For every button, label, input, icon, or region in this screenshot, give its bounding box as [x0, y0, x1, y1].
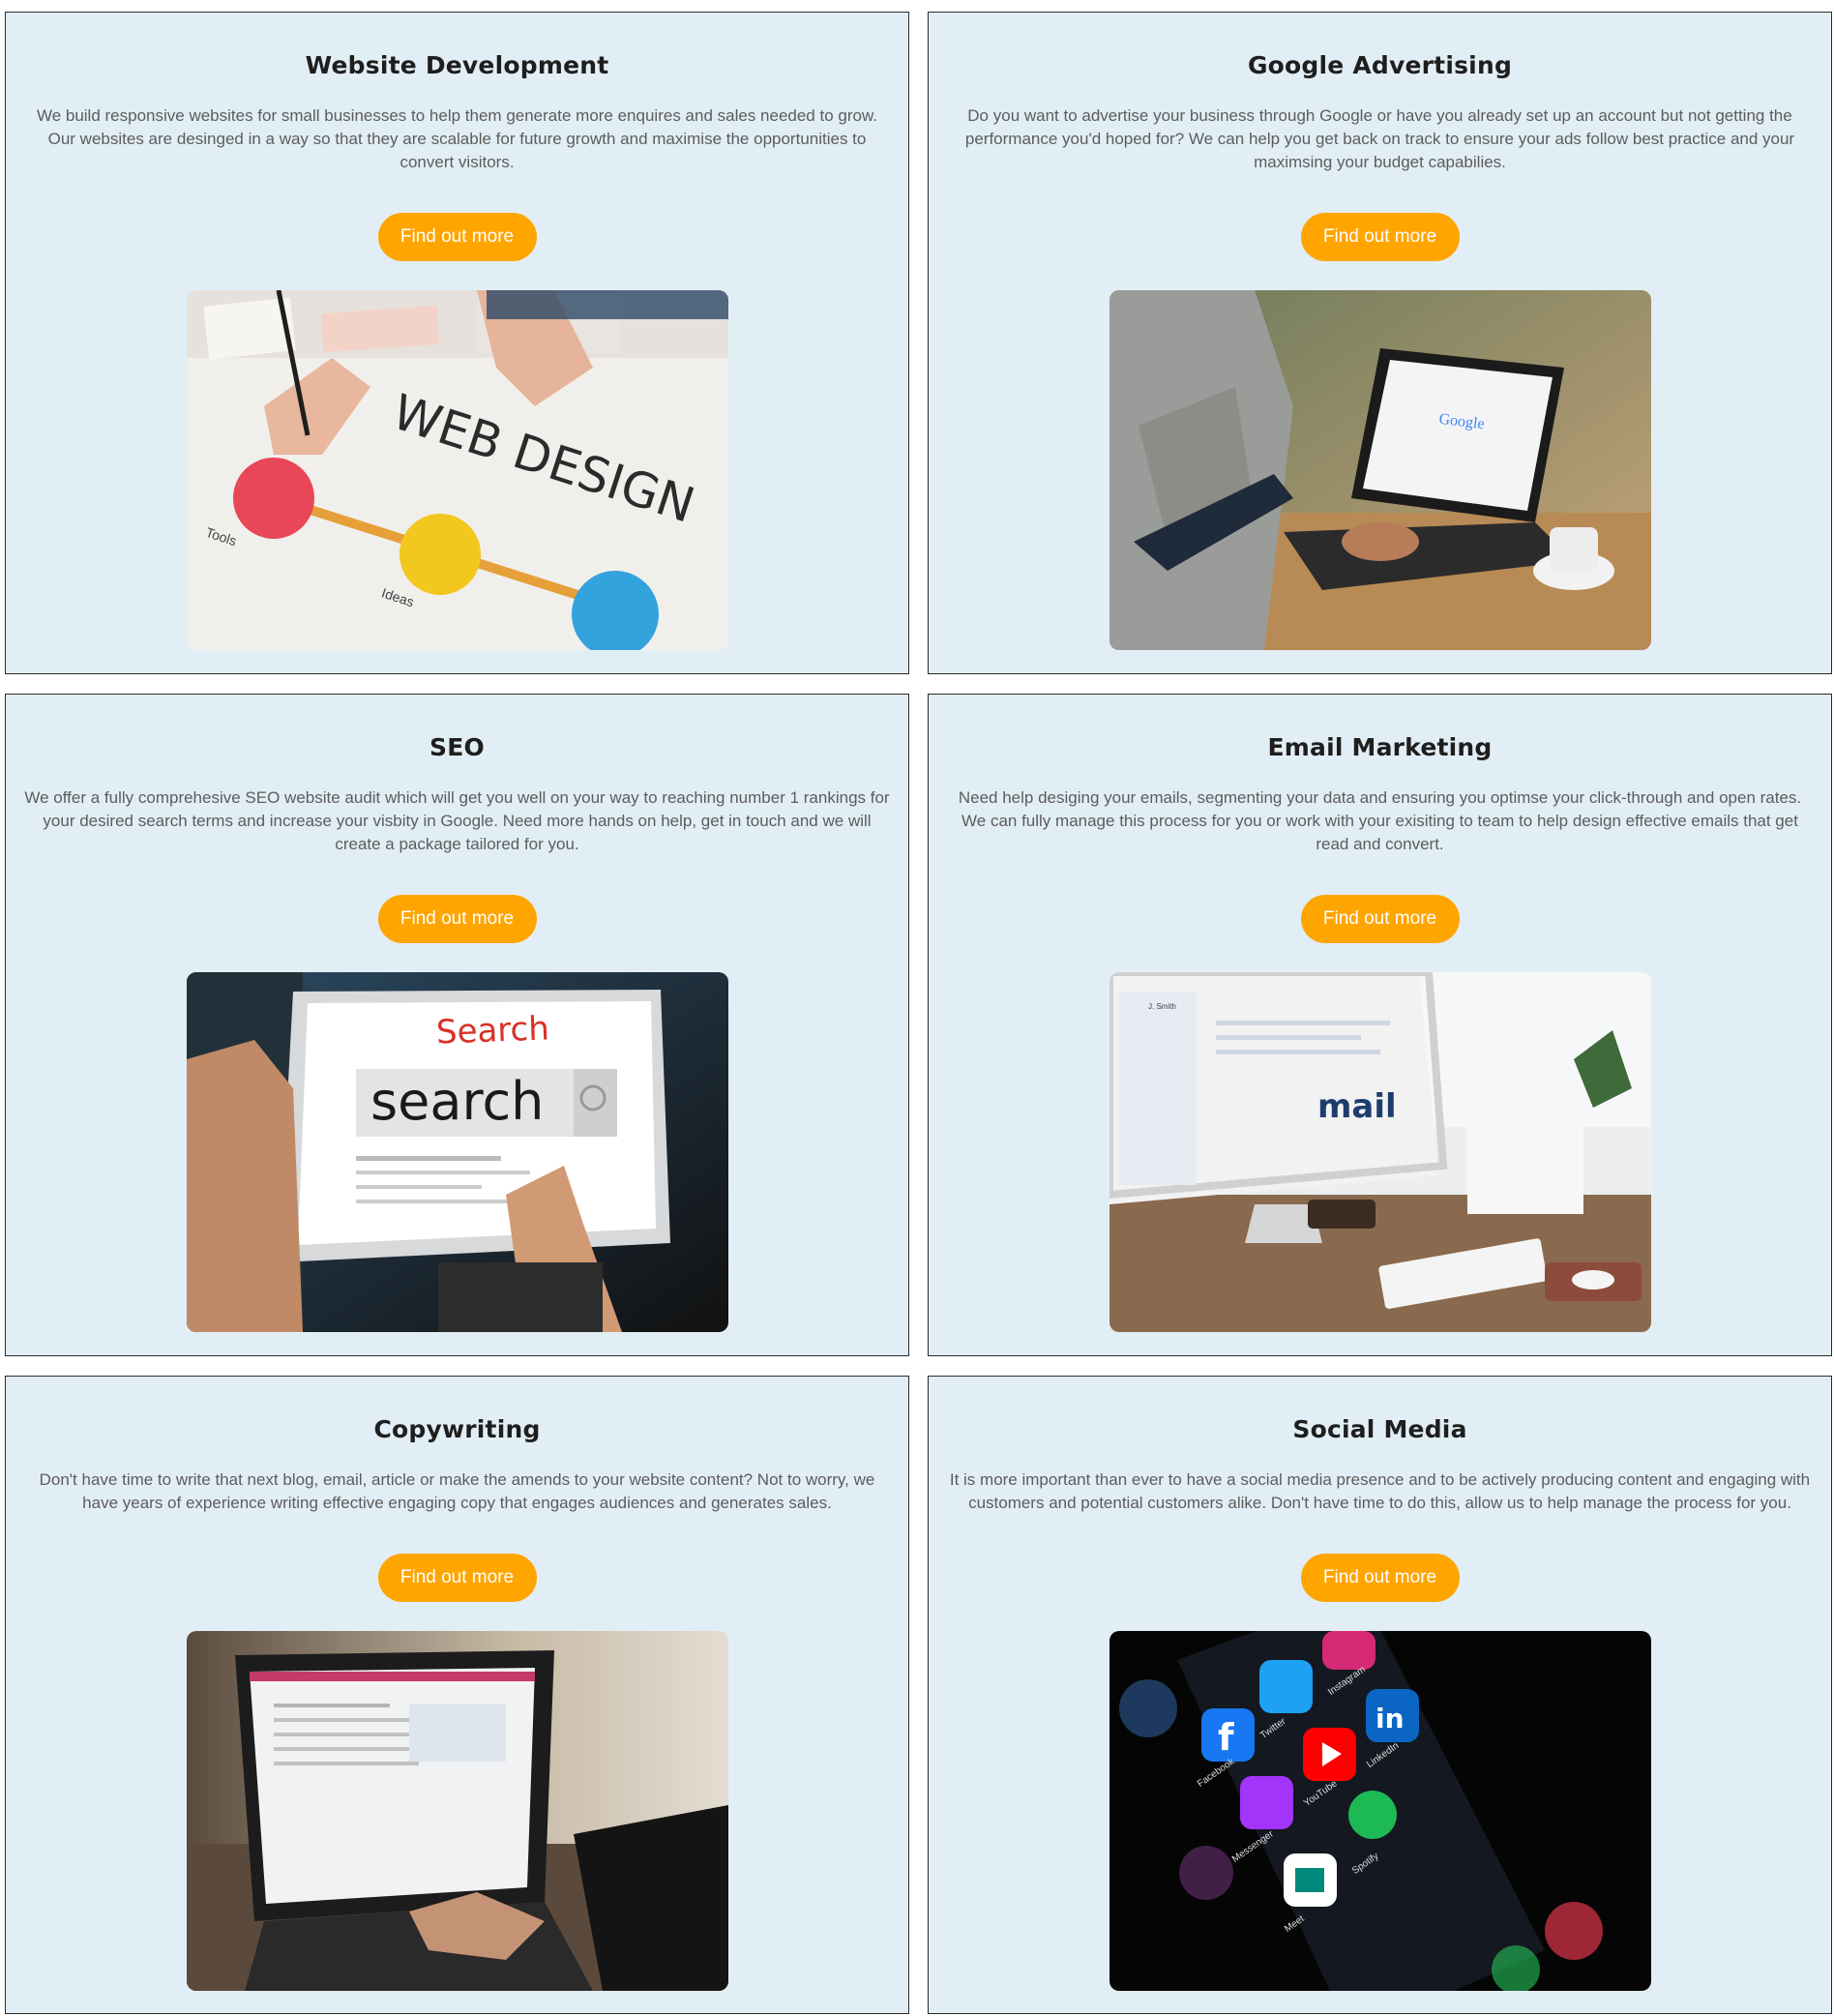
service-card-email-marketing: Email Marketing Need help desiging your … [928, 694, 1832, 1356]
svg-text:f: f [1218, 1716, 1234, 1759]
card-title: Social Media [1292, 1415, 1467, 1443]
card-description: It is more important than ever to have a… [949, 1470, 1811, 1512]
service-card-google-advertising: Google Advertising Do you want to advert… [928, 12, 1832, 674]
card-title: Copywriting [373, 1415, 541, 1443]
service-card-social-media: Social Media It is more important than e… [928, 1376, 1832, 2014]
card-description: We build responsive websites for small b… [36, 106, 878, 171]
phone-social-apps-photo: f Facebook Twitter Instagram Messenger Y… [1109, 1631, 1651, 1991]
service-card-website-development: Website Development We build responsive … [5, 12, 909, 674]
card-description: We offer a fully comprehesive SEO websit… [24, 788, 890, 853]
card-description: Need help desiging your emails, segmenti… [958, 788, 1802, 853]
web-design-photo: WEB DESIGN Tools Ideas [186, 290, 728, 650]
find-out-more-button[interactable]: Find out more [377, 213, 537, 261]
find-out-more-button[interactable]: Find out more [377, 1554, 537, 1602]
find-out-more-button[interactable]: Find out more [377, 895, 537, 943]
card-description: Don't have time to write that next blog,… [39, 1470, 875, 1512]
find-out-more-button[interactable]: Find out more [1300, 1554, 1460, 1602]
sender-label: J. Smith [1148, 1002, 1176, 1011]
card-title: Website Development [305, 51, 609, 79]
tablet-search-photo: Search search [186, 972, 728, 1332]
card-title: Email Marketing [1267, 733, 1493, 761]
laptop-typing-photo [186, 1631, 728, 1991]
mail-word: mail [1317, 1087, 1397, 1126]
card-title: SEO [429, 733, 485, 761]
laptop-google-photo: Google [1109, 290, 1651, 650]
desktop-mail-photo: J. Smith mail [1109, 972, 1651, 1332]
search-logo: Search [435, 1009, 549, 1052]
find-out-more-button[interactable]: Find out more [1300, 895, 1460, 943]
service-card-copywriting: Copywriting Don't have time to write tha… [5, 1376, 909, 2014]
search-query: search [370, 1071, 544, 1132]
find-out-more-button[interactable]: Find out more [1300, 213, 1460, 261]
svg-text:in: in [1376, 1703, 1405, 1734]
card-description: Do you want to advertise your business t… [964, 106, 1795, 171]
card-title: Google Advertising [1247, 51, 1513, 79]
service-card-seo: SEO We offer a fully comprehesive SEO we… [5, 694, 909, 1356]
